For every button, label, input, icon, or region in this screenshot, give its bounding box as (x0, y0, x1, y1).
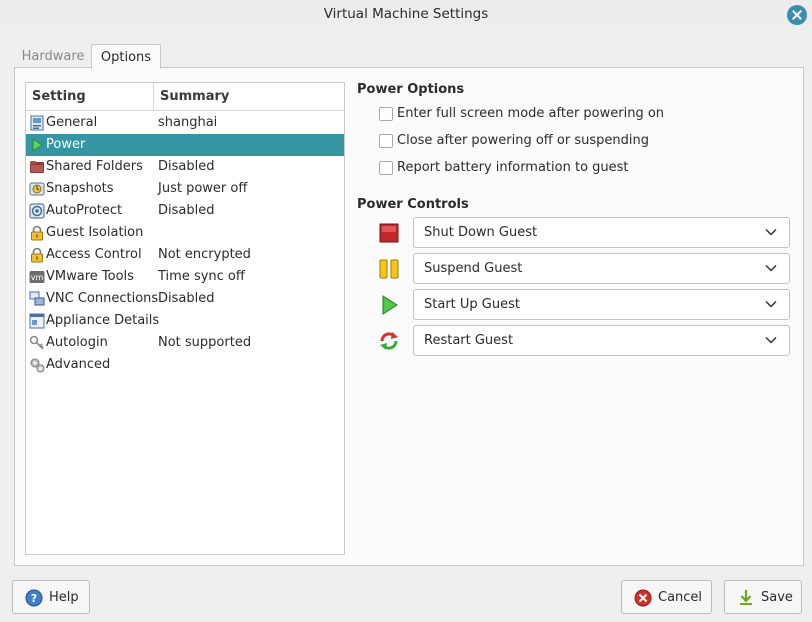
list-item-appliance-details[interactable]: Appliance Details (26, 310, 344, 332)
column-header-setting[interactable]: Setting (32, 89, 86, 104)
key-icon (29, 335, 44, 350)
svg-text:vm: vm (31, 273, 44, 282)
power-controls-title: Power Controls (357, 197, 469, 212)
list-header: Setting Summary (26, 83, 344, 111)
list-item-label: VNC Connections (46, 291, 159, 306)
list-item-summary: Not encrypted (158, 247, 251, 262)
report-battery-checkbox[interactable] (379, 161, 393, 175)
cancel-button[interactable]: Cancel (621, 580, 712, 614)
list-item-summary: shanghai (158, 115, 218, 130)
vmware-tools-icon: vm (29, 271, 45, 283)
list-item-autoprotect[interactable]: AutoProtect Disabled (26, 200, 344, 222)
list-item-shared-folders[interactable]: Shared Folders Disabled (26, 156, 344, 178)
list-item-summary: Not supported (158, 335, 252, 350)
save-button[interactable]: Save (724, 580, 802, 614)
title-bar: Virtual Machine Settings (0, 0, 812, 30)
list-item-general[interactable]: General shanghai (26, 112, 344, 134)
list-item-summary: Disabled (158, 291, 215, 306)
list-item-label: Advanced (46, 357, 111, 372)
fullscreen-checkbox[interactable] (379, 107, 393, 121)
list-item-snapshots[interactable]: Snapshots Just power off (26, 178, 344, 200)
list-item-summary: Disabled (158, 203, 215, 218)
power-off-select[interactable]: Shut Down Guest (413, 217, 790, 248)
list-item-advanced[interactable]: Advanced (26, 354, 344, 376)
chevron-down-icon (765, 228, 777, 236)
restart-icon (380, 332, 398, 350)
suspend-select[interactable]: Suspend Guest (413, 253, 790, 284)
list-item-summary: Time sync off (158, 269, 245, 284)
reset-select[interactable]: Restart Guest (413, 325, 790, 356)
chevron-down-icon (765, 264, 777, 272)
list-item-vmware-tools[interactable]: vm VMware Tools Time sync off (26, 266, 344, 288)
list-item-label: Access Control (46, 247, 142, 262)
checkbox-label[interactable]: Report battery information to guest (397, 160, 629, 175)
select-value: Restart Guest (424, 333, 514, 348)
list-item-guest-isolation[interactable]: Guest Isolation (26, 222, 344, 244)
column-header-summary[interactable]: Summary (160, 89, 229, 104)
shared-folders-icon (30, 161, 44, 173)
pause-icon (379, 259, 399, 279)
settings-list[interactable]: Setting Summary General shanghai Power S… (25, 82, 345, 555)
list-item-label: AutoProtect (46, 203, 123, 218)
list-item-vnc-connections[interactable]: VNC Connections Disabled (26, 288, 344, 310)
close-after-poweroff-checkbox[interactable] (379, 134, 393, 148)
lock-icon (31, 225, 43, 241)
tab-hardware[interactable]: Hardware (14, 44, 92, 68)
help-button[interactable]: ? Help (12, 580, 90, 614)
power-play-icon (32, 138, 43, 152)
list-item-label: VMware Tools (46, 269, 134, 284)
help-button-label: Help (49, 590, 79, 605)
cancel-icon (634, 589, 652, 607)
snapshots-icon (29, 182, 45, 196)
list-item-summary: Just power off (158, 181, 248, 196)
checkbox-label[interactable]: Close after powering off or suspending (397, 133, 649, 148)
list-item-label: Shared Folders (46, 159, 143, 174)
svg-text:?: ? (31, 592, 37, 605)
help-icon: ? (25, 589, 43, 607)
list-item-summary: Disabled (158, 159, 215, 174)
list-item-label: Snapshots (46, 181, 114, 196)
lock-icon (31, 247, 43, 263)
stop-icon (379, 223, 399, 243)
list-item-autologin[interactable]: Autologin Not supported (26, 332, 344, 354)
list-item-label: General (46, 115, 98, 130)
cancel-button-label: Cancel (658, 590, 703, 605)
tab-options[interactable]: Options (91, 44, 161, 69)
appliance-icon (29, 313, 45, 329)
select-value: Shut Down Guest (424, 225, 538, 240)
save-button-label: Save (761, 590, 793, 605)
vnc-icon (29, 291, 45, 306)
gears-icon (30, 358, 45, 373)
close-button[interactable] (787, 5, 807, 25)
window-title: Virtual Machine Settings (323, 6, 489, 22)
power-options-title: Power Options (357, 82, 465, 97)
select-value: Suspend Guest (424, 261, 523, 276)
general-icon (30, 115, 44, 131)
list-item-label: Appliance Details (46, 313, 160, 328)
play-icon (382, 295, 398, 315)
list-item-label: Guest Isolation (46, 225, 144, 240)
list-item-label: Power (46, 137, 86, 152)
list-item-label: Autologin (46, 335, 108, 350)
list-item-access-control[interactable]: Access Control Not encrypted (26, 244, 344, 266)
chevron-down-icon (765, 300, 777, 308)
save-arrow-icon (740, 590, 752, 605)
list-item-power[interactable]: Power (26, 134, 344, 156)
checkbox-label[interactable]: Enter full screen mode after powering on (397, 106, 664, 121)
column-divider[interactable] (153, 83, 154, 111)
power-on-select[interactable]: Start Up Guest (413, 289, 790, 320)
select-value: Start Up Guest (424, 297, 520, 312)
chevron-down-icon (765, 336, 777, 344)
autoprotect-icon (29, 203, 45, 219)
